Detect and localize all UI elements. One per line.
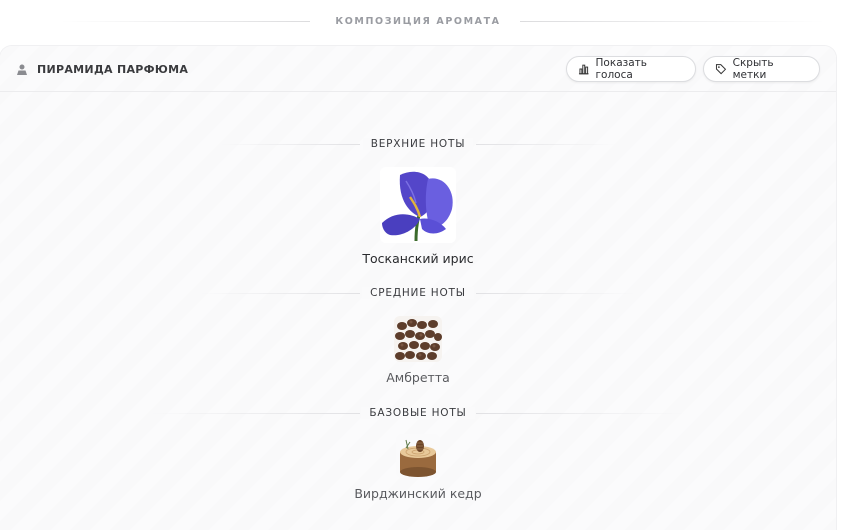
- section-header: КОМПОЗИЦИЯ АРОМАТА: [0, 8, 836, 36]
- note-item[interactable]: Вирджинский кедр: [0, 434, 836, 501]
- card-title: ПИРАМИДА ПАРФЮМА: [16, 63, 188, 76]
- tier-header-top: ВЕРХНИЕ НОТЫ: [0, 135, 836, 155]
- section-divider-right: [520, 21, 825, 22]
- tag-icon: [715, 64, 727, 75]
- iris-flower-image: [380, 167, 456, 243]
- tier-divider-right: [476, 293, 636, 294]
- note-item[interactable]: Амбретта: [0, 316, 836, 385]
- hide-tags-label: Скрыть метки: [732, 57, 774, 81]
- note-name: Амбретта: [386, 370, 450, 385]
- tier-header-base: БАЗОВЫЕ НОТЫ: [0, 404, 836, 424]
- note-item[interactable]: Тосканский ирис: [0, 167, 836, 266]
- hide-tags-button[interactable]: Скрыть метки: [703, 56, 820, 82]
- perfume-pyramid-card: ПИРАМИДА ПАРФЮМА Показать голоса Скрыть …: [0, 46, 836, 530]
- tier-label: БАЗОВЫЕ НОТЫ: [0, 407, 836, 419]
- tier-divider-right: [476, 144, 616, 145]
- show-votes-button[interactable]: Показать голоса: [566, 56, 696, 82]
- note-name: Вирджинский кедр: [354, 486, 482, 501]
- bar-chart-icon: [578, 64, 589, 75]
- tier-divider-right: [476, 413, 686, 414]
- tier-label: СРЕДНИЕ НОТЫ: [0, 287, 836, 299]
- pyramid-person-icon: [17, 64, 27, 75]
- card-header: ПИРАМИДА ПАРФЮМА Показать голоса Скрыть …: [0, 46, 836, 92]
- ambrette-seeds-image: [394, 316, 442, 362]
- tier-label: ВЕРХНИЕ НОТЫ: [0, 138, 836, 150]
- cedar-wood-slice-image: [396, 434, 440, 478]
- show-votes-label: Показать голоса: [595, 57, 647, 81]
- card-title-label: ПИРАМИДА ПАРФЮМА: [37, 63, 189, 76]
- tier-header-middle: СРЕДНИЕ НОТЫ: [0, 284, 836, 304]
- note-name: Тосканский ирис: [362, 251, 474, 266]
